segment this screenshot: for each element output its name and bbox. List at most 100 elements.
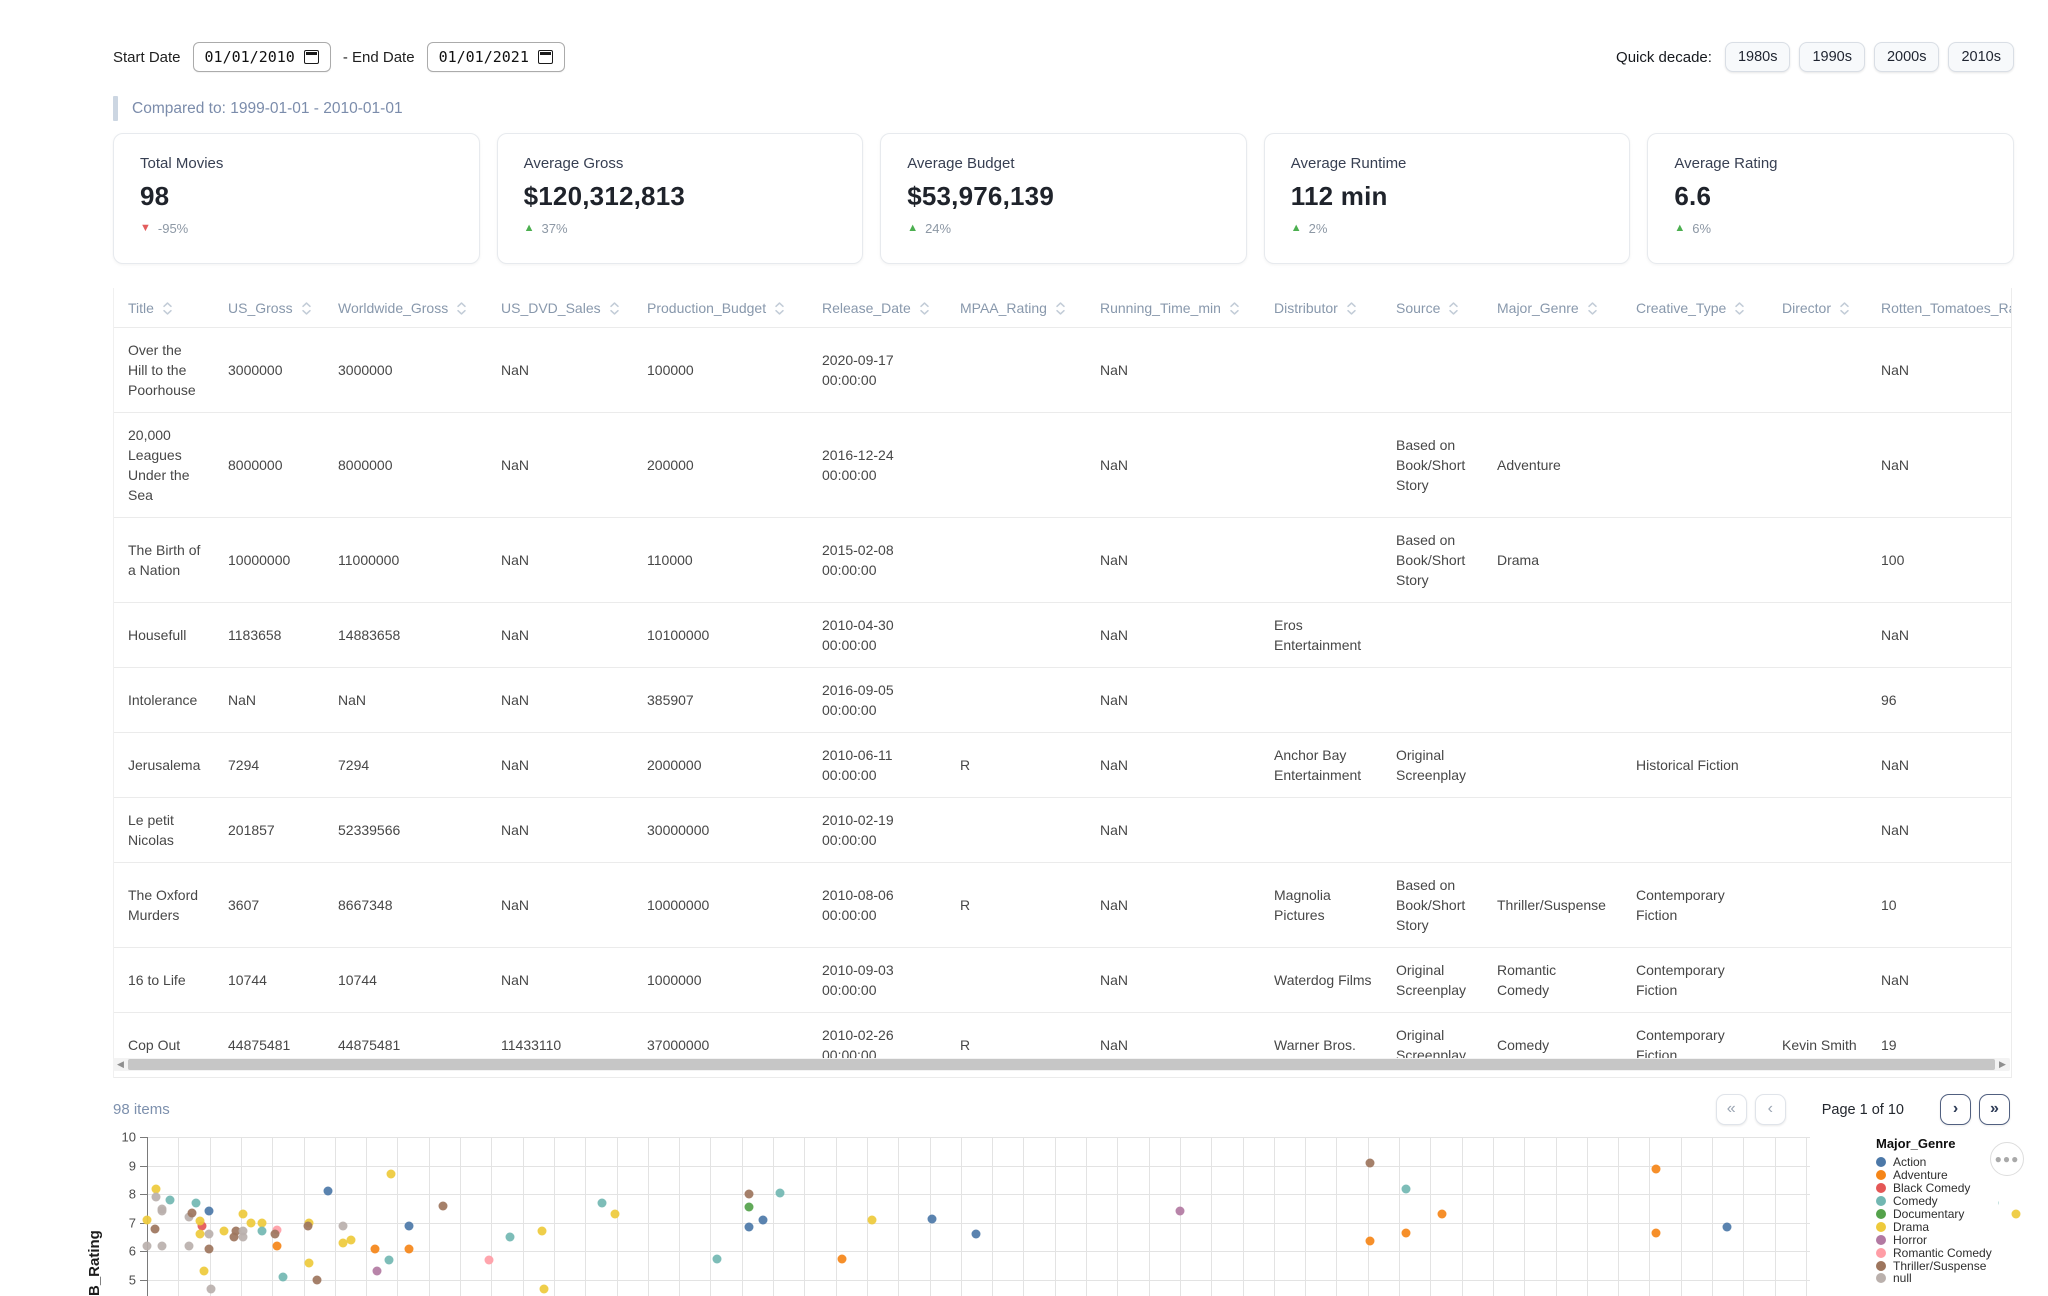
trend-up-icon: ▲: [524, 223, 535, 234]
gridline-vertical: [366, 1137, 367, 1296]
stat-card: Average Rating6.6▲6%: [1647, 133, 2014, 264]
decade-button-1990s[interactable]: 1990s: [1799, 42, 1865, 72]
decade-button-2000s[interactable]: 2000s: [1874, 42, 1940, 72]
chart-actions-menu-button[interactable]: ●●●: [1990, 1142, 2024, 1176]
sort-icon: [1587, 302, 1598, 315]
table-cell: Romantic Comedy: [1483, 948, 1622, 1013]
gridline-vertical: [1587, 1137, 1588, 1296]
table-cell: 10744: [324, 948, 487, 1013]
column-header-Production_Budget[interactable]: Production_Budget: [633, 288, 808, 328]
start-date-label: Start Date: [113, 49, 181, 66]
quick-decade-group: Quick decade: 1980s1990s2000s2010s: [1616, 42, 2014, 72]
table-cell: NaN: [487, 328, 633, 413]
table-cell: 2000000: [633, 733, 808, 798]
decade-button-1980s[interactable]: 1980s: [1725, 42, 1791, 72]
scatter-point: [775, 1188, 784, 1197]
column-header-Release_Date[interactable]: Release_Date: [808, 288, 946, 328]
column-header-Worldwide_Gross[interactable]: Worldwide_Gross: [324, 288, 487, 328]
column-header-Creative_Type[interactable]: Creative_Type: [1622, 288, 1768, 328]
table-cell: 3000000: [214, 328, 324, 413]
table-cell: 8000000: [214, 413, 324, 518]
table-row: Jerusalema72947294NaN20000002010-06-11 0…: [114, 733, 2012, 798]
compare-note-text: Compared to: 1999-01-01 - 2010-01-01: [132, 100, 403, 118]
scatter-point: [371, 1244, 380, 1253]
table-cell: 10: [1867, 863, 2012, 948]
column-header-label: Production_Budget: [647, 300, 766, 316]
table-cell: 100000: [633, 328, 808, 413]
table-cell: NaN: [1086, 668, 1260, 733]
column-header-Source[interactable]: Source: [1382, 288, 1483, 328]
table-cell: [1768, 603, 1867, 668]
table-row: Le petit Nicolas20185752339566NaN3000000…: [114, 798, 2012, 863]
column-header-US_DVD_Sales[interactable]: US_DVD_Sales: [487, 288, 633, 328]
gridline-vertical: [1743, 1137, 1744, 1296]
column-header-US_Gross[interactable]: US_Gross: [214, 288, 324, 328]
sort-icon: [609, 302, 620, 315]
legend-swatch-icon: [1876, 1235, 1886, 1245]
gridline-vertical: [272, 1137, 273, 1296]
table-cell: 2015-02-08 00:00:00: [808, 518, 946, 603]
table-cell: 11000000: [324, 518, 487, 603]
decade-button-2010s[interactable]: 2010s: [1948, 42, 2014, 72]
table-cell: NaN: [214, 668, 324, 733]
table-cell: [1382, 328, 1483, 413]
stat-delta-value: 6%: [1692, 221, 1711, 236]
stat-label: Average Budget: [907, 155, 1220, 172]
column-header-MPAA_Rating[interactable]: MPAA_Rating: [946, 288, 1086, 328]
table-cell: The Oxford Murders: [114, 863, 214, 948]
scatter-point: [278, 1273, 287, 1282]
legend-item-action: Action: [1876, 1156, 1992, 1169]
legend-item-thriller-suspense: Thriller/Suspense: [1876, 1259, 1992, 1272]
scatter-point: [1175, 1207, 1184, 1216]
scatter-point: [239, 1210, 248, 1219]
legend-item-label: Action: [1893, 1155, 1926, 1169]
table-horizontal-scrollbar[interactable]: ◀ ▶: [113, 1058, 2010, 1071]
y-axis-tick: [140, 1137, 147, 1138]
table-cell: 96: [1867, 668, 2012, 733]
table-cell: NaN: [324, 668, 487, 733]
table-cell: 16 to Life: [114, 948, 214, 1013]
scatter-point: [1402, 1228, 1411, 1237]
sort-icon: [1055, 302, 1066, 315]
table-row: 20,000 Leagues Under the Sea800000080000…: [114, 413, 2012, 518]
stat-card: Average Gross$120,312,813▲37%: [497, 133, 864, 264]
scatter-point: [205, 1230, 214, 1239]
table-cell: Jerusalema: [114, 733, 214, 798]
table-cell: 52339566: [324, 798, 487, 863]
column-header-Rotten_Tomatoes_Rating[interactable]: Rotten_Tomatoes_Rating: [1867, 288, 2012, 328]
table-cell: Contemporary Fiction: [1622, 863, 1768, 948]
table-cell: 7294: [214, 733, 324, 798]
table-cell: 200000: [633, 413, 808, 518]
stat-delta: ▲24%: [907, 221, 1220, 236]
column-header-Distributor[interactable]: Distributor: [1260, 288, 1382, 328]
scrollbar-thumb[interactable]: [128, 1059, 1995, 1070]
scatter-point: [324, 1187, 333, 1196]
table-cell: [1768, 668, 1867, 733]
legend-swatch-icon: [1876, 1222, 1886, 1232]
table-cell: NaN: [1086, 603, 1260, 668]
table-cell: [1622, 413, 1768, 518]
start-date-input[interactable]: 01/01/2010: [193, 42, 331, 72]
gridline-vertical: [429, 1137, 430, 1296]
y-axis-tick-label: 7: [100, 1215, 136, 1230]
table-cell: 14883658: [324, 603, 487, 668]
table-cell: NaN: [1867, 948, 2012, 1013]
scroll-left-arrow-icon[interactable]: ◀: [113, 1058, 128, 1071]
column-header-Running_Time_min[interactable]: Running_Time_min: [1086, 288, 1260, 328]
table-cell: 8667348: [324, 863, 487, 948]
column-header-Director[interactable]: Director: [1768, 288, 1867, 328]
end-date-input[interactable]: 01/01/2021: [427, 42, 565, 72]
column-header-Major_Genre[interactable]: Major_Genre: [1483, 288, 1622, 328]
scatter-point: [611, 1210, 620, 1219]
table-cell: 2010-04-30 00:00:00: [808, 603, 946, 668]
table-cell: [1382, 668, 1483, 733]
scatter-point: [971, 1230, 980, 1239]
scroll-right-arrow-icon[interactable]: ▶: [1995, 1058, 2010, 1071]
table-cell: Historical Fiction: [1622, 733, 1768, 798]
table-cell: [1622, 603, 1768, 668]
scatter-point: [220, 1227, 229, 1236]
table-cell: 3607: [214, 863, 324, 948]
column-header-Title[interactable]: Title: [114, 288, 214, 328]
end-date-value: 01/01/2021: [439, 48, 529, 66]
table-cell: [946, 328, 1086, 413]
